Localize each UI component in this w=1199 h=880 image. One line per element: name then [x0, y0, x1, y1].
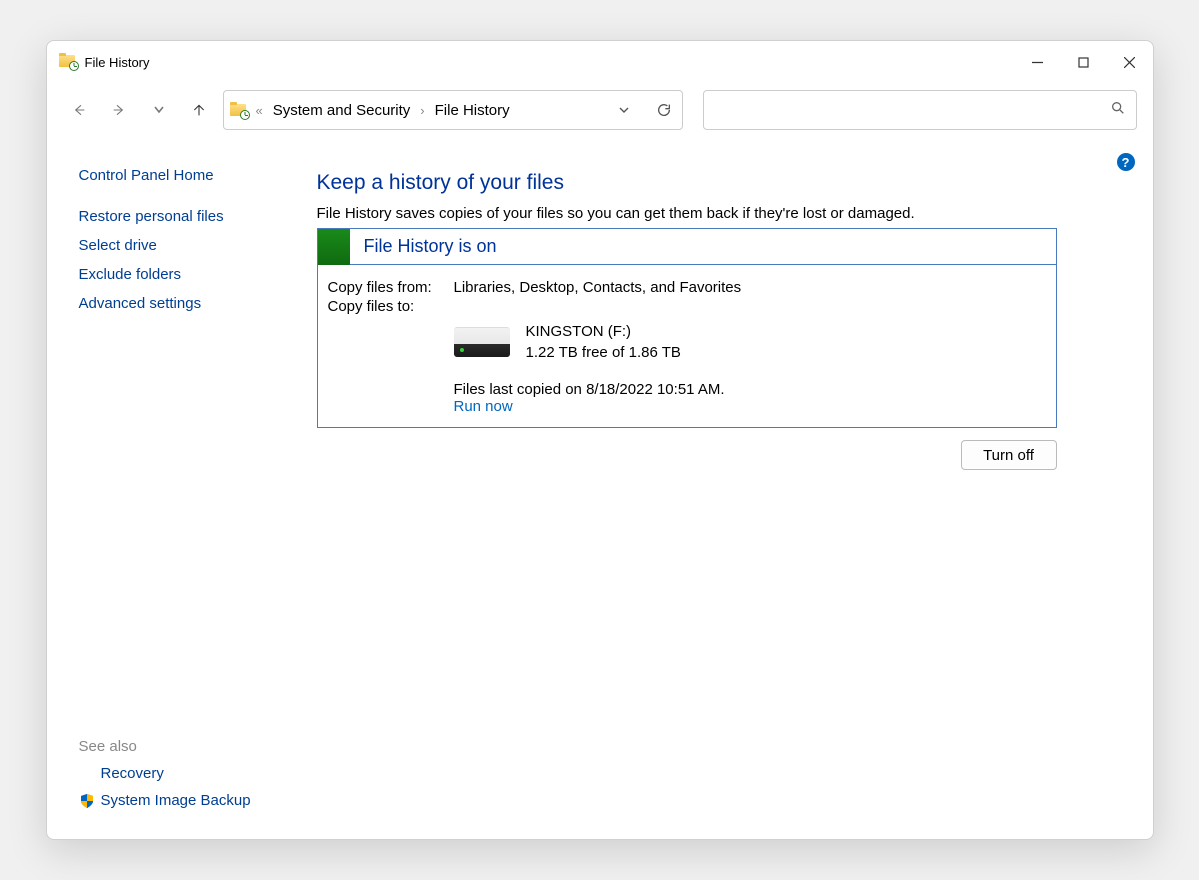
- chevron-left-icon: «: [254, 103, 265, 118]
- page-description: File History saves copies of your files …: [317, 205, 1073, 222]
- sidebar-link-restore[interactable]: Restore personal files: [79, 208, 299, 225]
- status-title: File History is on: [350, 236, 497, 257]
- copy-to-label: Copy files to:: [328, 298, 454, 315]
- status-panel: File History is on Copy files from: Libr…: [317, 228, 1057, 428]
- status-indicator-icon: [318, 229, 350, 265]
- sidebar-link-advanced-settings[interactable]: Advanced settings: [79, 295, 299, 312]
- copy-from-value: Libraries, Desktop, Contacts, and Favori…: [454, 279, 1046, 296]
- see-also-heading: See also: [79, 738, 299, 755]
- see-also-label: Recovery: [101, 765, 164, 782]
- sidebar: Control Panel Home Restore personal file…: [47, 137, 317, 839]
- nav-recent-button[interactable]: [143, 94, 175, 126]
- toolbar: « System and Security › File History: [47, 83, 1153, 137]
- main-content: Keep a history of your files File Histor…: [317, 137, 1153, 839]
- nav-up-button[interactable]: [183, 94, 215, 126]
- page-heading: Keep a history of your files: [317, 171, 1073, 195]
- control-panel-home-link[interactable]: Control Panel Home: [79, 167, 299, 184]
- window-title: File History: [85, 55, 150, 70]
- minimize-button[interactable]: [1015, 41, 1061, 83]
- nav-back-button[interactable]: [63, 94, 95, 126]
- maximize-button[interactable]: [1061, 41, 1107, 83]
- copy-from-label: Copy files from:: [328, 279, 454, 296]
- chevron-right-icon: ›: [418, 103, 426, 118]
- breadcrumb-parent[interactable]: System and Security: [271, 98, 413, 123]
- drive-free-space: 1.22 TB free of 1.86 TB: [526, 342, 1046, 363]
- close-button[interactable]: [1107, 41, 1153, 83]
- refresh-button[interactable]: [652, 98, 676, 122]
- search-input[interactable]: [714, 101, 1110, 120]
- titlebar: File History: [47, 41, 1153, 83]
- see-also-recovery[interactable]: Recovery: [57, 765, 299, 782]
- search-icon: [1110, 100, 1126, 120]
- sidebar-link-select-drive[interactable]: Select drive: [79, 237, 299, 254]
- app-icon: [59, 53, 77, 71]
- window-frame: File History « System and: [46, 40, 1154, 840]
- drive-name: KINGSTON (F:): [526, 321, 1046, 342]
- see-also-label: System Image Backup: [101, 792, 251, 809]
- address-bar[interactable]: « System and Security › File History: [223, 90, 683, 130]
- nav-forward-button[interactable]: [103, 94, 135, 126]
- last-copied-text: Files last copied on 8/18/2022 10:51 AM.: [454, 381, 1046, 398]
- run-now-link[interactable]: Run now: [454, 398, 513, 415]
- address-icon: [230, 102, 248, 118]
- help-button[interactable]: ?: [1117, 153, 1135, 171]
- turn-off-button[interactable]: Turn off: [961, 440, 1057, 470]
- see-also-system-image-backup[interactable]: System Image Backup: [57, 792, 299, 809]
- shield-icon: [79, 793, 95, 809]
- sidebar-link-exclude-folders[interactable]: Exclude folders: [79, 266, 299, 283]
- address-dropdown-button[interactable]: [612, 98, 636, 122]
- status-header: File History is on: [318, 229, 1056, 265]
- drive-icon: [454, 327, 510, 357]
- breadcrumb-current[interactable]: File History: [433, 98, 512, 123]
- search-box[interactable]: [703, 90, 1137, 130]
